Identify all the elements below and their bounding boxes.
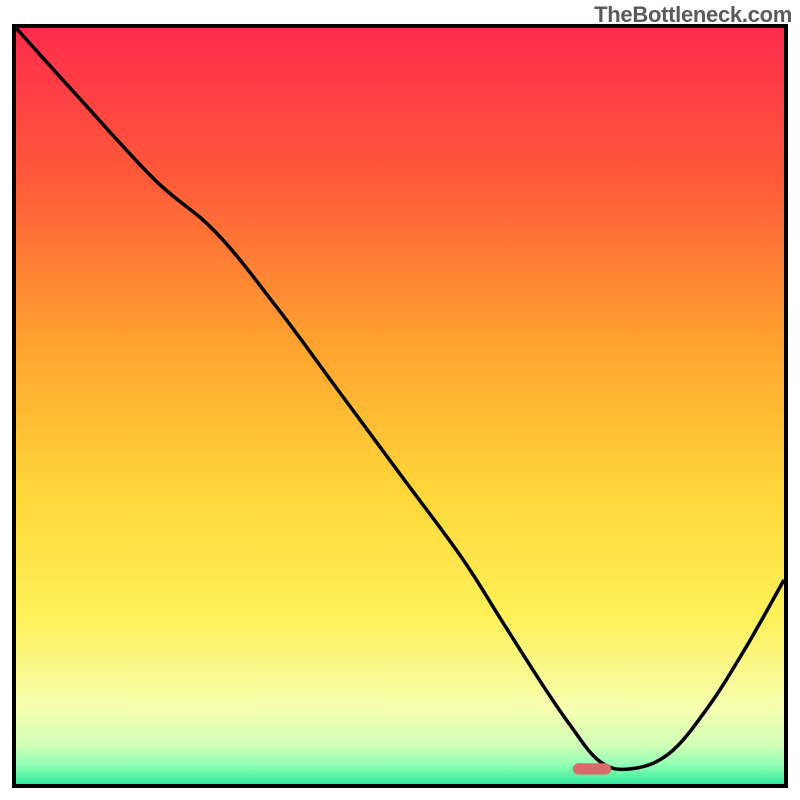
chart-frame xyxy=(12,24,788,788)
optimal-marker xyxy=(573,763,611,774)
chart-background xyxy=(16,28,784,784)
chart-svg xyxy=(16,28,784,784)
